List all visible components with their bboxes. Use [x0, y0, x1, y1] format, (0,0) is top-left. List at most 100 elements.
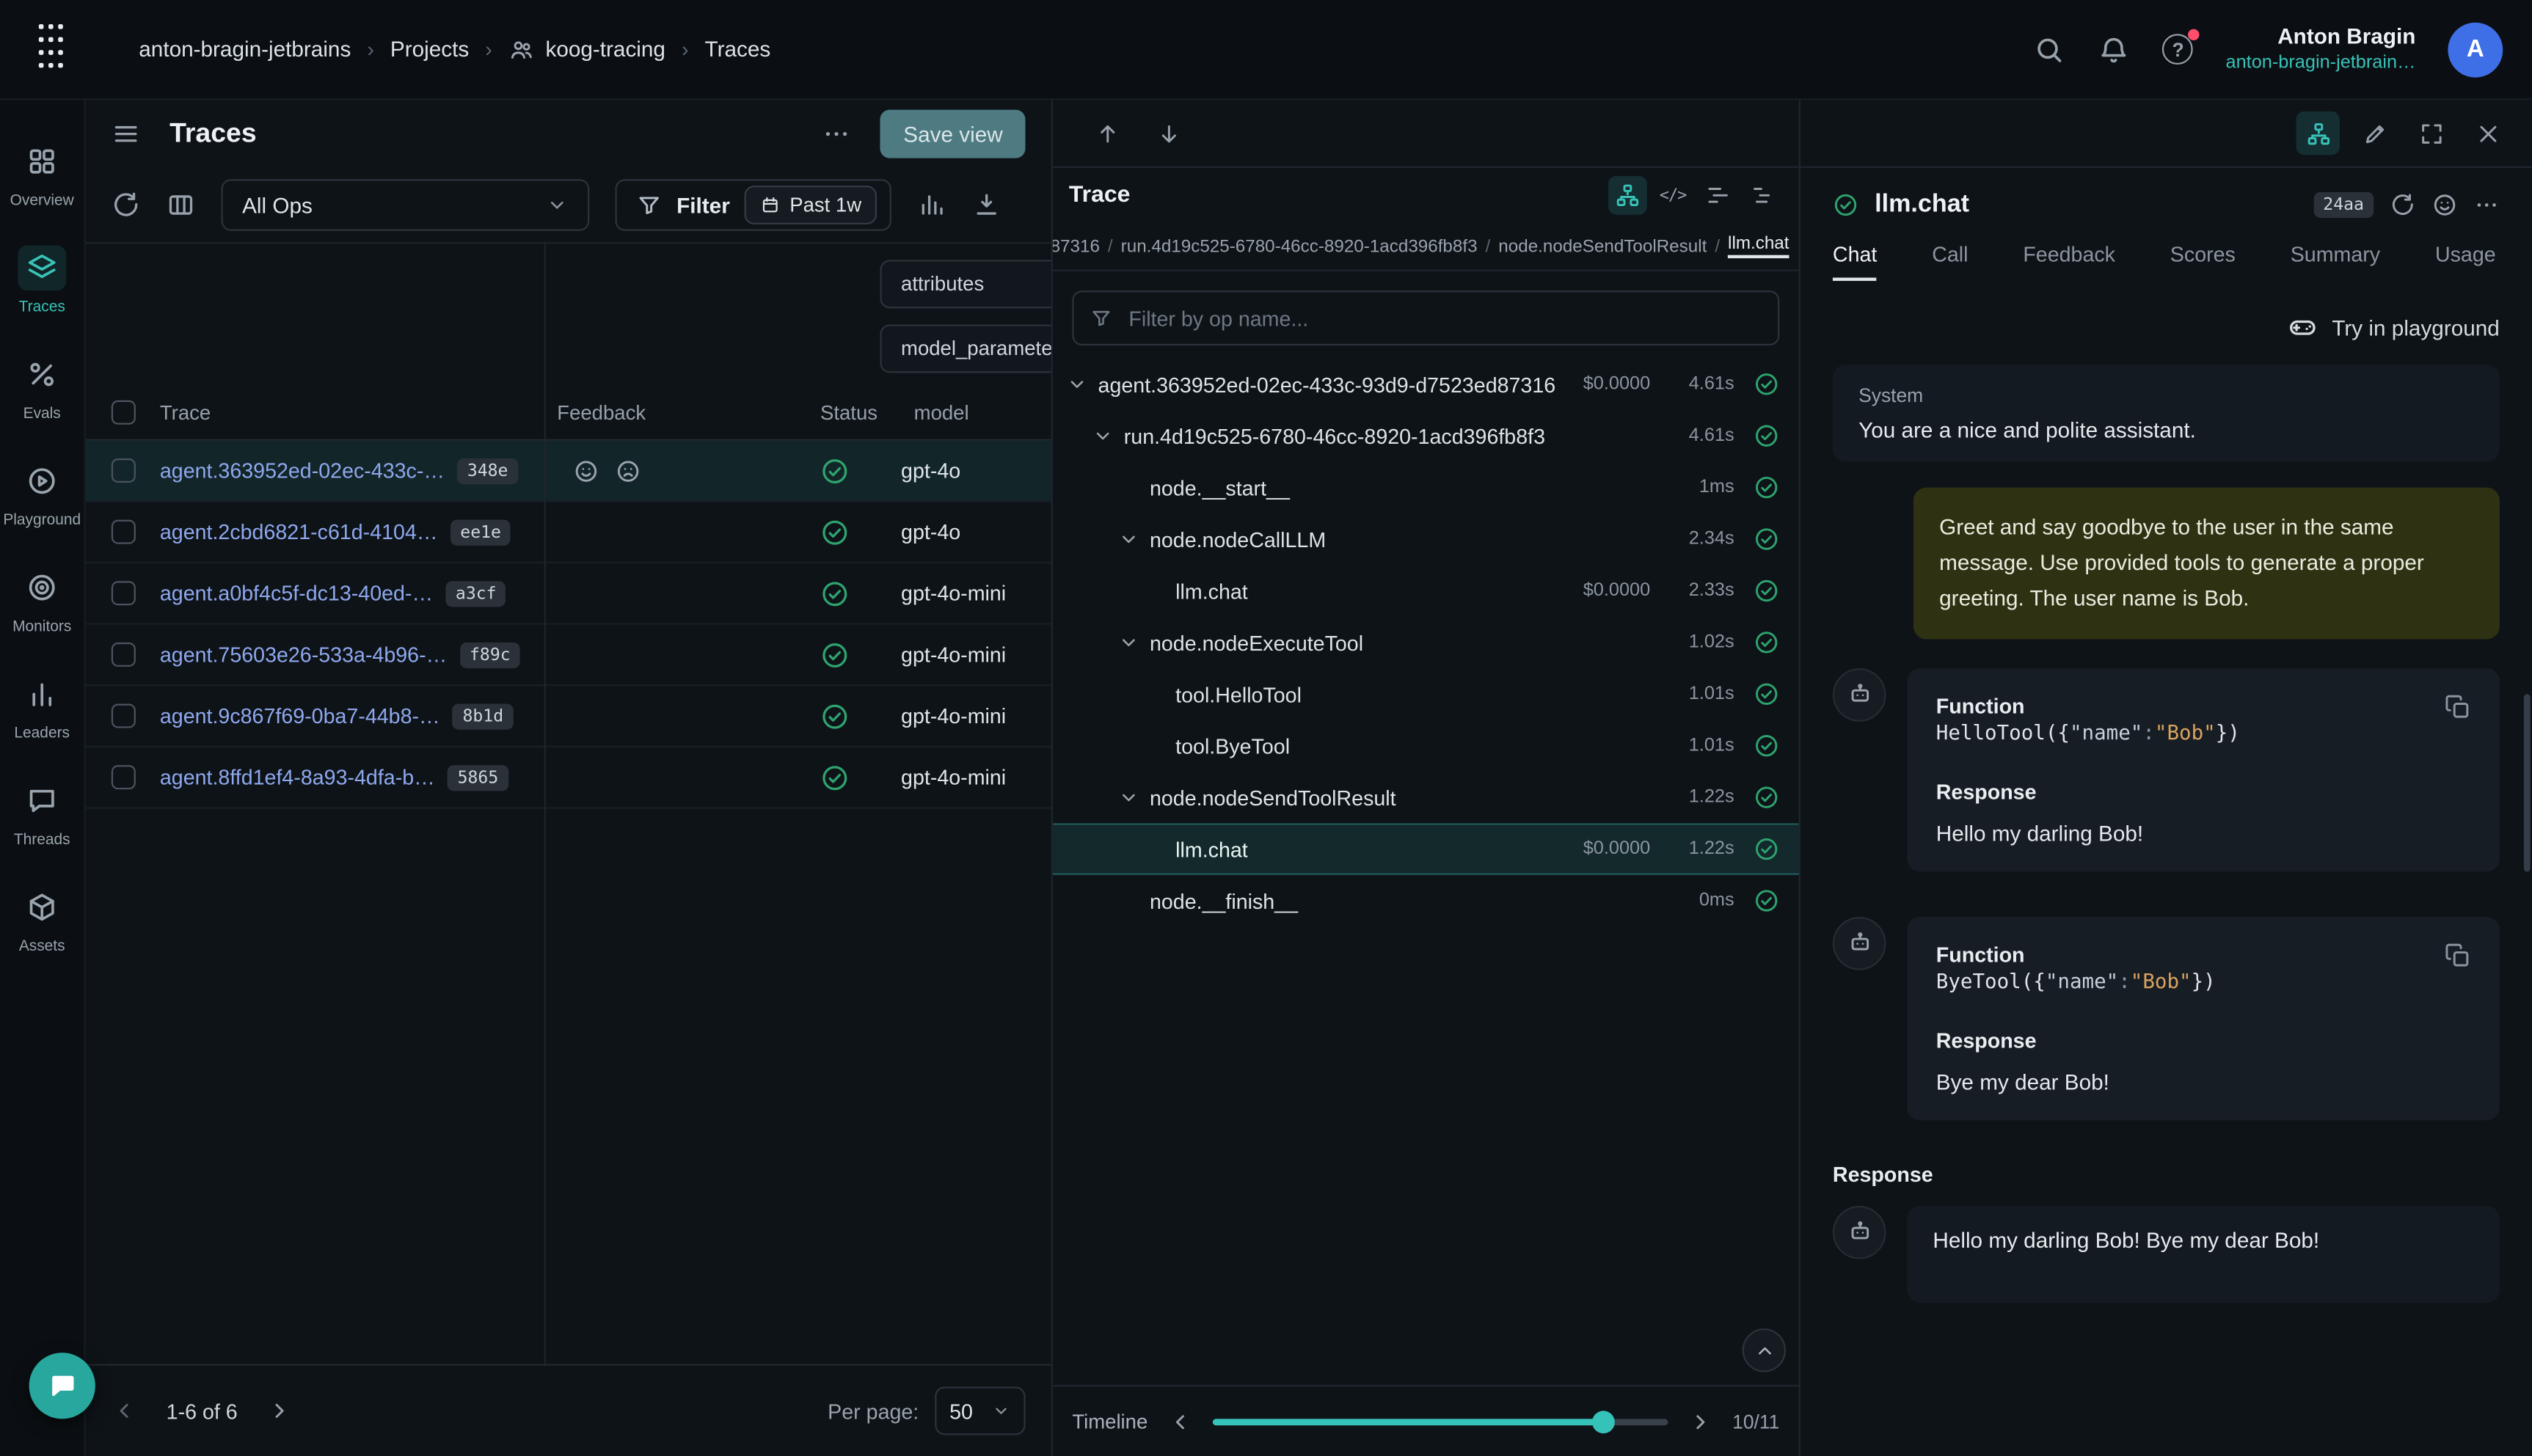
column-header-model[interactable]: model	[901, 401, 1051, 424]
feedback-button[interactable]	[2431, 192, 2457, 218]
sidebar-item-leaders[interactable]: Leaders	[0, 671, 84, 778]
breadcrumb-traces[interactable]: Traces	[705, 37, 771, 62]
row-checkbox[interactable]	[111, 520, 135, 544]
path-segment[interactable]: agent.363952ed-02ec-433c-93d9-d7523ed873…	[1053, 236, 1100, 255]
column-header-status[interactable]: Status	[807, 401, 901, 424]
smiley-feedback-icon[interactable]	[573, 458, 599, 483]
trace-link[interactable]: agent.2cbd6821-c61d-4104…	[160, 520, 438, 544]
row-checkbox[interactable]	[111, 643, 135, 667]
span-row[interactable]: tool.ByeTool 1.01s	[1053, 720, 1799, 772]
more-options-button[interactable]	[822, 120, 852, 149]
sidebar-item-assets[interactable]: Assets	[0, 885, 84, 991]
waterfall-view-button[interactable]	[1699, 176, 1737, 215]
trace-link[interactable]: agent.75603e26-533a-4b96-…	[160, 643, 447, 667]
span-row[interactable]: agent.363952ed-02ec-433c-93d9-d7523ed873…	[1053, 359, 1799, 410]
next-page-button[interactable]	[266, 1398, 292, 1424]
sidebar-item-threads[interactable]: Threads	[0, 778, 84, 885]
chevron-down-icon[interactable]	[1117, 528, 1140, 551]
column-chip-attributes[interactable]: attributes	[880, 260, 1051, 308]
edit-button[interactable]	[2353, 111, 2396, 155]
span-row[interactable]: node.__start__ 1ms	[1053, 461, 1799, 513]
sidebar-item-playground[interactable]: Playground	[0, 458, 84, 565]
app-logo[interactable]	[29, 17, 78, 81]
path-segment[interactable]: run.4d19c525-6780-46cc-8920-1acd396fb8f3	[1121, 236, 1478, 255]
fullscreen-button[interactable]	[2409, 111, 2453, 155]
span-row[interactable]: node.nodeCallLLM 2.34s	[1053, 513, 1799, 565]
tab-feedback[interactable]: Feedback	[2023, 242, 2115, 277]
tab-scores[interactable]: Scores	[2170, 242, 2236, 277]
scroll-top-button[interactable]	[1743, 1328, 1786, 1372]
search-button[interactable]	[2034, 33, 2066, 65]
sidebar-item-evals[interactable]: Evals	[0, 352, 84, 458]
time-range-chip[interactable]: Past 1w	[745, 186, 878, 224]
next-span-button[interactable]	[1156, 120, 1182, 146]
span-row[interactable]: run.4d19c525-6780-46cc-8920-1acd396fb8f3…	[1053, 410, 1799, 461]
per-page-select[interactable]: 50	[935, 1386, 1025, 1435]
trace-link[interactable]: agent.8ffd1ef4-8a93-4dfa-b…	[160, 765, 435, 789]
filter-button[interactable]: Filter Past 1w	[616, 179, 892, 230]
save-view-button[interactable]: Save view	[880, 110, 1025, 158]
table-row[interactable]: agent.a0bf4c5f-dc13-40ed-… a3cf gpt-4o-m…	[86, 563, 1051, 625]
copy-button[interactable]	[2445, 942, 2470, 967]
timeline-prev-button[interactable]	[1167, 1408, 1193, 1434]
user-menu[interactable]: Anton Bragin anton-bragin-jetbrain…	[2226, 24, 2416, 75]
help-button[interactable]: ?	[2163, 34, 2194, 65]
trace-link[interactable]: agent.363952ed-02ec-433c-…	[160, 458, 445, 483]
tab-summary[interactable]: Summary	[2291, 242, 2380, 277]
sidebar-item-monitors[interactable]: Monitors	[0, 565, 84, 671]
breadcrumb-project-name[interactable]: koog-tracing	[545, 37, 665, 62]
slider-thumb[interactable]	[1593, 1410, 1616, 1433]
chat-widget-button[interactable]	[29, 1353, 95, 1419]
chevron-down-icon[interactable]	[1117, 631, 1140, 654]
span-row[interactable]: node.__finish__ 0ms	[1053, 875, 1799, 926]
column-header-trace[interactable]: Trace	[147, 401, 544, 424]
row-checkbox[interactable]	[111, 581, 135, 605]
code-view-button[interactable]: </>	[1654, 176, 1693, 215]
span-more-button[interactable]	[2474, 192, 2500, 218]
prev-span-button[interactable]	[1095, 120, 1120, 146]
notifications-button[interactable]	[2098, 33, 2131, 65]
breadcrumb-project[interactable]: koog-tracing	[508, 37, 665, 62]
sidebar-item-traces[interactable]: Traces	[0, 246, 84, 352]
span-row[interactable]: llm.chat $0.00002.33s	[1053, 565, 1799, 616]
row-checkbox[interactable]	[111, 765, 135, 789]
breadcrumb-projects[interactable]: Projects	[390, 37, 469, 62]
copy-button[interactable]	[2445, 693, 2470, 719]
span-row-selected[interactable]: llm.chat $0.00001.22s	[1053, 823, 1799, 874]
trace-link[interactable]: agent.9c867f69-0ba7-44b8-…	[160, 704, 440, 728]
close-panel-button[interactable]	[2466, 111, 2509, 155]
column-chip-model-parameters[interactable]: model_parameters	[880, 324, 1051, 373]
columns-button[interactable]	[167, 191, 196, 220]
refresh-button[interactable]	[112, 191, 141, 220]
try-in-playground-button[interactable]: Try in playground	[1833, 300, 2500, 365]
tab-chat[interactable]: Chat	[1833, 242, 1877, 281]
select-all-checkbox[interactable]	[111, 400, 135, 425]
trace-link[interactable]: agent.a0bf4c5f-dc13-40ed-…	[160, 581, 433, 605]
frown-feedback-icon[interactable]	[616, 458, 641, 483]
timeline-view-button[interactable]	[1744, 176, 1783, 215]
table-row[interactable]: agent.9c867f69-0ba7-44b8-… 8b1d gpt-4o-m…	[86, 686, 1051, 747]
table-row[interactable]: agent.2cbd6821-c61d-4104… ee1e gpt-4o	[86, 502, 1051, 563]
ops-filter-select[interactable]: All Ops	[222, 179, 590, 230]
prev-page-button[interactable]	[112, 1398, 137, 1424]
span-row[interactable]: node.nodeSendToolResult 1.22s	[1053, 772, 1799, 823]
table-row[interactable]: agent.8ffd1ef4-8a93-4dfa-b… 5865 gpt-4o-…	[86, 747, 1051, 809]
tab-usage[interactable]: Usage	[2435, 242, 2496, 277]
breadcrumb-org[interactable]: anton-bragin-jetbrains	[139, 37, 351, 62]
chevron-down-icon[interactable]	[1092, 425, 1114, 447]
timeline-next-button[interactable]	[1688, 1408, 1713, 1434]
path-segment[interactable]: node.nodeSendToolResult	[1498, 236, 1707, 255]
table-row[interactable]: agent.75603e26-533a-4b96-… f89c gpt-4o-m…	[86, 625, 1051, 687]
panel-menu-button[interactable]	[112, 120, 141, 149]
tree-view-button[interactable]	[1608, 176, 1647, 215]
span-row[interactable]: node.nodeExecuteTool 1.02s	[1053, 617, 1799, 668]
table-row[interactable]: agent.363952ed-02ec-433c-… 348e gpt-4o	[86, 441, 1051, 502]
timeline-slider[interactable]	[1212, 1410, 1668, 1433]
chevron-down-icon[interactable]	[1066, 373, 1089, 395]
path-segment-current[interactable]: llm.chat	[1728, 234, 1789, 258]
tab-call[interactable]: Call	[1932, 242, 1968, 277]
sidebar-item-overview[interactable]: Overview	[0, 139, 84, 245]
chevron-down-icon[interactable]	[1117, 786, 1140, 809]
rerun-button[interactable]	[2390, 192, 2415, 218]
side-panel-button[interactable]	[2296, 111, 2340, 155]
